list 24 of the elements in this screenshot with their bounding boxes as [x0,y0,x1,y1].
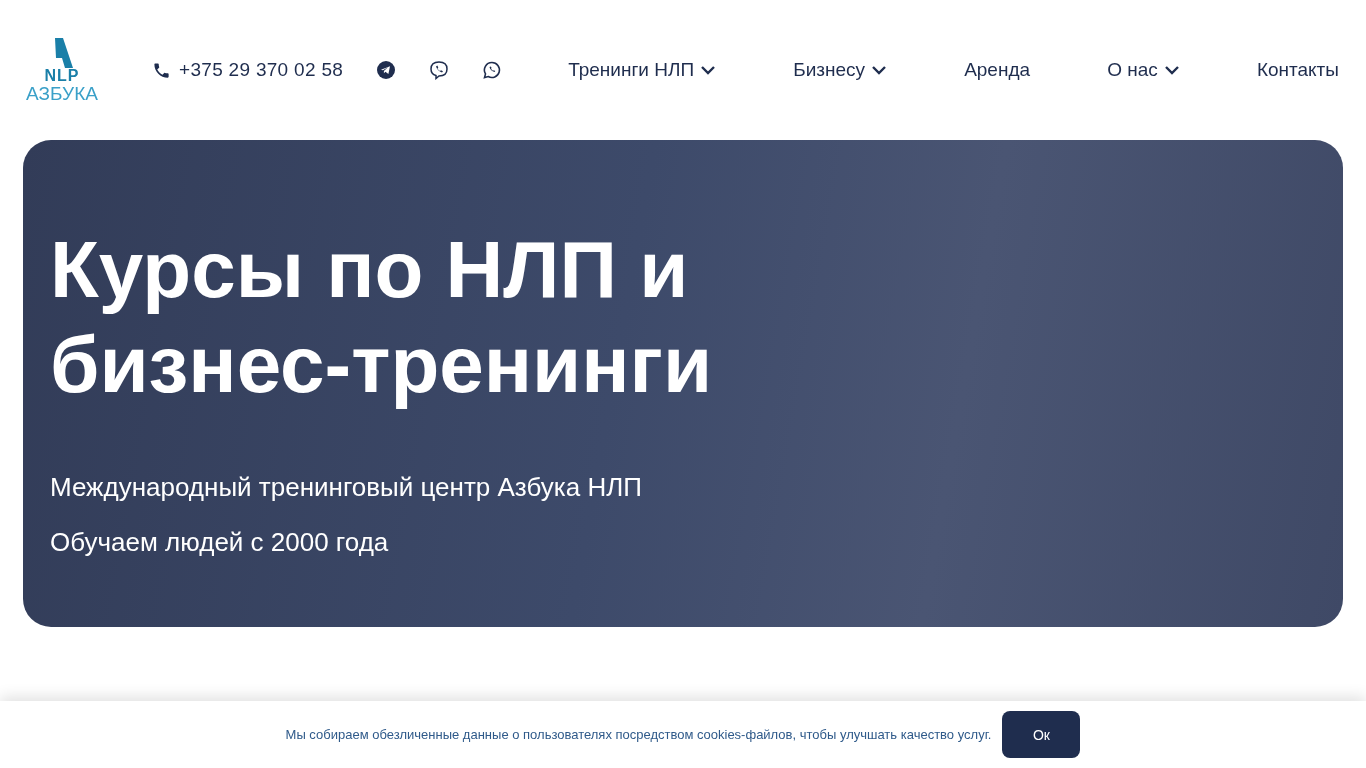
ok-button[interactable]: Ок [1002,711,1081,758]
phone-icon [152,60,171,80]
messenger-link[interactable] [429,60,450,80]
chevron-down-icon [700,65,717,75]
logo-mark: NLP [44,67,80,84]
chat-phone-icon [482,60,503,80]
chevron-down-icon [871,65,888,75]
hero-title: Курсы по НЛП и бизнес-тренинги [50,224,714,411]
logo-name: АЗБУКА [26,83,98,103]
chevron-down-icon [1163,65,1180,75]
phone-link[interactable]: +375 29 370 02 58 [152,59,344,81]
phone-bubble-icon [429,60,450,80]
logo[interactable]: NLP АЗБУКА [28,37,96,103]
hero-subtitle: Международный тренинговый центр Азбука НЛП [50,471,643,504]
nav-link[interactable]: Контакты [1256,59,1339,81]
nav-link[interactable]: Аренда [964,59,1031,81]
nav-link[interactable]: Бизнесу [793,59,888,81]
cookie-notice: Мы собираем обезличенные данные о пользователях посредством cookies-файлов, чтобы улучшать качество услуг. [285,727,992,742]
hero-subtitle: Обучаем людей с 2000 года [50,526,390,559]
nav-link[interactable]: Тренинги НЛП [568,59,717,81]
nav-link[interactable]: О нас [1107,59,1180,81]
messenger-link[interactable] [482,60,503,80]
telegram-icon [376,60,397,80]
messenger-link[interactable] [376,60,397,80]
